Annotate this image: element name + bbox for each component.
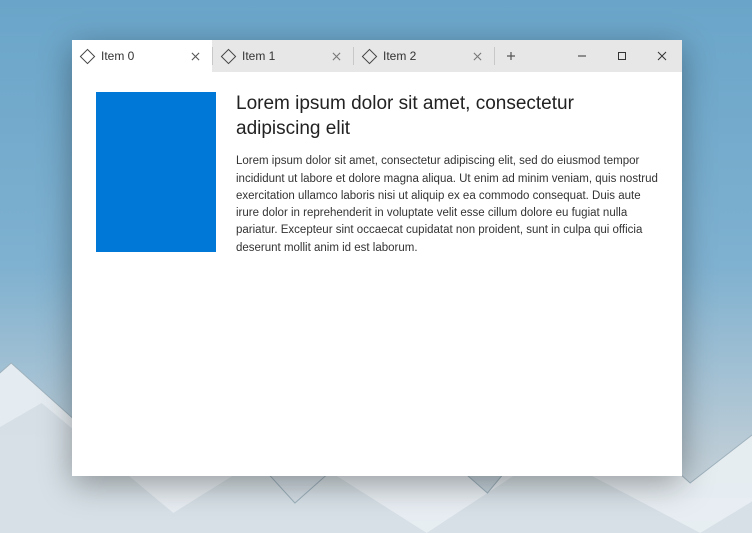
minimize-button[interactable] [562, 40, 602, 72]
window-controls [562, 40, 682, 72]
tab-item-2[interactable]: Item 2 [354, 40, 494, 72]
maximize-button[interactable] [602, 40, 642, 72]
titlebar[interactable]: Item 0 Item 1 Item 2 [72, 40, 682, 72]
tab-label: Item 2 [383, 49, 464, 63]
diamond-icon [221, 48, 237, 64]
close-window-button[interactable] [642, 40, 682, 72]
content-heading: Lorem ipsum dolor sit amet, consectetur … [236, 92, 658, 141]
close-tab-button[interactable] [327, 47, 345, 65]
content-image-placeholder [96, 92, 216, 252]
tab-item-1[interactable]: Item 1 [213, 40, 353, 72]
tab-strip: Item 0 Item 1 Item 2 [72, 40, 562, 72]
content-body: Lorem ipsum dolor sit amet, consectetur … [236, 153, 658, 257]
close-tab-button[interactable] [186, 47, 204, 65]
tab-item-0[interactable]: Item 0 [72, 40, 212, 72]
diamond-icon [80, 48, 96, 64]
content-area: Lorem ipsum dolor sit amet, consectetur … [72, 72, 682, 476]
close-tab-button[interactable] [468, 47, 486, 65]
tab-label: Item 1 [242, 49, 323, 63]
add-tab-button[interactable] [495, 40, 527, 72]
app-window: Item 0 Item 1 Item 2 [72, 40, 682, 476]
content-text: Lorem ipsum dolor sit amet, consectetur … [236, 92, 658, 456]
diamond-icon [362, 48, 378, 64]
tab-label: Item 0 [101, 49, 182, 63]
